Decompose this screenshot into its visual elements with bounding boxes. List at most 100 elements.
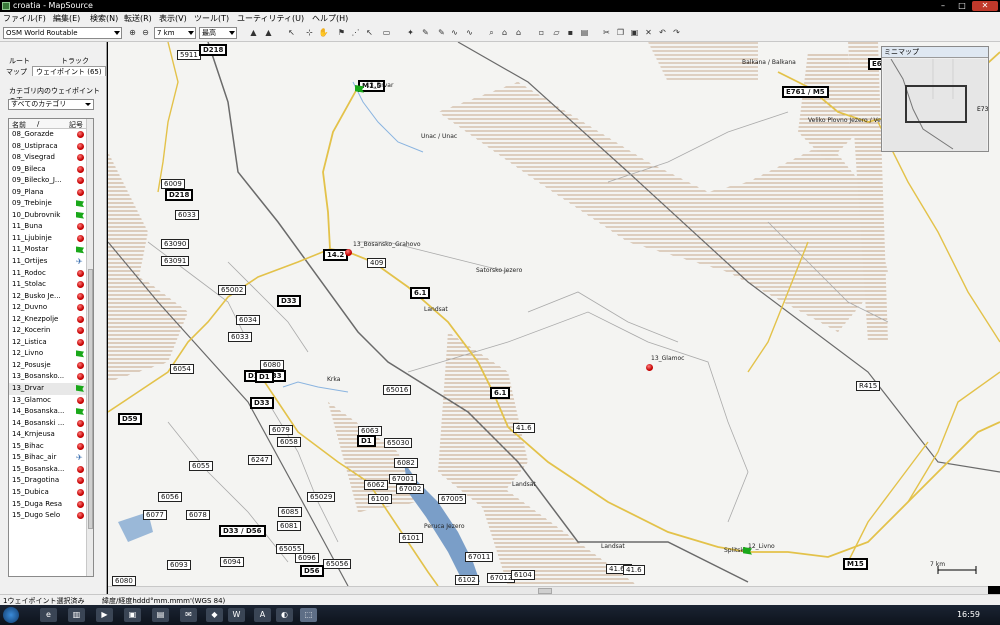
waypoint-row[interactable]: 10_Dubrovnik	[9, 210, 87, 222]
waypoint-row[interactable]: 08_Gorazde	[9, 129, 87, 141]
map-product-select[interactable]: OSM World Routable	[3, 27, 122, 39]
waypoint-row[interactable]: 11_Ortijes ✈	[9, 256, 87, 268]
close-button[interactable]: ✕	[972, 1, 998, 11]
waypoint-row[interactable]: 08_Visegrad	[9, 152, 87, 164]
waypoint-row[interactable]: 15_Bihac	[9, 441, 87, 453]
waypoint-list[interactable]: 名前 / 記号 08_Gorazde 08_Ustipraca 08_Visegra…	[8, 118, 94, 577]
find-places-icon[interactable]: ⌂	[499, 27, 510, 38]
pointer-tool-icon[interactable]: ↖	[364, 27, 375, 38]
copy-icon[interactable]: ❐	[615, 27, 626, 38]
waypoint-row[interactable]: 15_Dugo Selo	[9, 510, 87, 522]
waypoint-row[interactable]: 15_Bosanska...	[9, 464, 87, 476]
measure-tool-icon[interactable]: ▭	[381, 27, 392, 38]
menu-help[interactable]: ヘルプ(H)	[312, 13, 348, 24]
minimize-button[interactable]: –	[934, 1, 952, 11]
cut-icon[interactable]: ✂	[601, 27, 612, 38]
waypoint-row[interactable]: 12_Kocerin	[9, 325, 87, 337]
mapsource-taskbar-icon[interactable]: ⬚	[300, 608, 317, 622]
waypoint-row[interactable]: 09_Bilecko_J...	[9, 175, 87, 187]
waypoint-row[interactable]: 12_Livno	[9, 348, 87, 360]
draw-tool-icon[interactable]: ✎	[436, 27, 447, 38]
waypoint-row[interactable]: 15_Bihac_air ✈	[9, 452, 87, 464]
menu-tools[interactable]: ツール(T)	[194, 13, 229, 24]
category-select[interactable]: すべてのカテゴリ	[8, 99, 94, 110]
tab-waypoints[interactable]: ウェイポイント (65)	[32, 66, 106, 76]
map-horizontal-scrollbar[interactable]	[108, 586, 988, 594]
waypoint-row[interactable]: 11_Ljubinje	[9, 233, 87, 245]
maximize-button[interactable]: □	[953, 1, 971, 11]
find-icon[interactable]: ⌕	[486, 27, 497, 38]
zoom-tool-icon[interactable]: ↖	[286, 27, 297, 38]
zoom-in-icon[interactable]: ⊕	[127, 27, 138, 38]
waypoint-row[interactable]: 15_Dubica	[9, 487, 87, 499]
waypoint-row[interactable]: 09_Plana	[9, 187, 87, 199]
waypoint-row[interactable]: 12_Knezpolje	[9, 314, 87, 326]
app-taskbar-icon[interactable]: W	[228, 608, 245, 622]
waypoint-row[interactable]: 09_Trebinje	[9, 198, 87, 210]
waypoint-row[interactable]: 13_Glamoc	[9, 395, 87, 407]
app-taskbar-icon[interactable]: ▤	[152, 608, 169, 622]
waypoint-row[interactable]: 15_Duga Resa	[9, 499, 87, 511]
waypoint-marker-icon[interactable]	[646, 364, 653, 371]
menu-file[interactable]: ファイル(F)	[3, 13, 46, 24]
send-to-device-icon[interactable]: ▲	[263, 27, 274, 38]
erase-tool-icon[interactable]: ∿	[449, 27, 460, 38]
tab-tracks[interactable]: トラック	[58, 56, 92, 66]
explorer-taskbar-icon[interactable]: ▥	[68, 608, 85, 622]
waypoint-row[interactable]: 11_Rodoc	[9, 268, 87, 280]
app-taskbar-icon[interactable]: ✉	[180, 608, 197, 622]
zoom-level-select[interactable]: 7 km	[154, 27, 196, 39]
menu-edit[interactable]: 編集(E)	[53, 13, 80, 24]
waypoint-row[interactable]: 12_Busko Je...	[9, 291, 87, 303]
media-taskbar-icon[interactable]: ▶	[96, 608, 113, 622]
menu-transfer[interactable]: 転送(R)	[124, 13, 152, 24]
waypoint-row[interactable]: 14_Krnjeusa	[9, 429, 87, 441]
detail-select[interactable]: 最高	[199, 27, 237, 39]
minimap-viewport[interactable]	[905, 85, 967, 123]
divide-tool-icon[interactable]: ∿	[464, 27, 475, 38]
delete-icon[interactable]: ✕	[643, 27, 654, 38]
waypoint-row[interactable]: 13_Bosansko...	[9, 371, 87, 383]
app-taskbar-icon[interactable]: ▣	[124, 608, 141, 622]
new-file-icon[interactable]: ▫	[536, 27, 547, 38]
print-icon[interactable]: ▤	[579, 27, 590, 38]
hand-tool-icon[interactable]: ✋	[318, 27, 329, 38]
ie-taskbar-icon[interactable]: e	[40, 608, 57, 622]
waypoint-row[interactable]: 13_Drvar	[9, 383, 87, 395]
waypoint-row[interactable]: 11_Stolac	[9, 279, 87, 291]
waypoint-row[interactable]: 15_Dragotina	[9, 475, 87, 487]
acrobat-taskbar-icon[interactable]: A	[254, 608, 271, 622]
map-view[interactable]: 7 km 5911 D218 6009 D218 6033 63090 63091 14.2 4…	[108, 42, 1000, 586]
start-button[interactable]	[3, 607, 19, 623]
open-file-icon[interactable]: ▱	[551, 27, 562, 38]
menu-utilities[interactable]: ユーティリティ(U)	[237, 13, 304, 24]
save-icon[interactable]: ▪	[565, 27, 576, 38]
redo-icon[interactable]: ↷	[671, 27, 682, 38]
waypoint-row[interactable]: 09_Bileca	[9, 164, 87, 176]
waypoint-marker-icon[interactable]	[345, 249, 352, 256]
app-taskbar-icon[interactable]: ◆	[206, 608, 223, 622]
tab-routes[interactable]: ルート	[6, 56, 33, 66]
track-tool-icon[interactable]: ✎	[420, 27, 431, 38]
app-taskbar-icon[interactable]: ◐	[276, 608, 293, 622]
waypoint-row[interactable]: 12_Duvno	[9, 302, 87, 314]
find-address-icon[interactable]: ⌂	[513, 27, 524, 38]
clock[interactable]: 16:59	[957, 610, 980, 619]
waypoint-row[interactable]: 11_Buna	[9, 221, 87, 233]
zoom-out-icon[interactable]: ⊖	[140, 27, 151, 38]
waypoint-list-scrollbar[interactable]	[86, 119, 93, 576]
waypoint-row[interactable]: 08_Ustipraca	[9, 141, 87, 153]
waypoint-row[interactable]: 14_Bosanska...	[9, 406, 87, 418]
route-tool-icon[interactable]: ⋰	[350, 27, 361, 38]
tab-maps[interactable]: マップ	[3, 67, 30, 77]
menu-find[interactable]: 検索(N)	[90, 13, 118, 24]
select-tool-icon[interactable]: ⊹	[304, 27, 315, 38]
undo-icon[interactable]: ↶	[657, 27, 668, 38]
waypoint-row[interactable]: 11_Mostar	[9, 244, 87, 256]
receive-from-device-icon[interactable]: ▲	[248, 27, 259, 38]
waypoint-row[interactable]: 14_Bosanski ...	[9, 418, 87, 430]
minimap-view[interactable]: E73	[883, 58, 988, 151]
waypoint-row[interactable]: 12_Listica	[9, 337, 87, 349]
scrollbar-thumb[interactable]	[88, 269, 93, 529]
waypoint-row[interactable]: 12_Posusje	[9, 360, 87, 372]
